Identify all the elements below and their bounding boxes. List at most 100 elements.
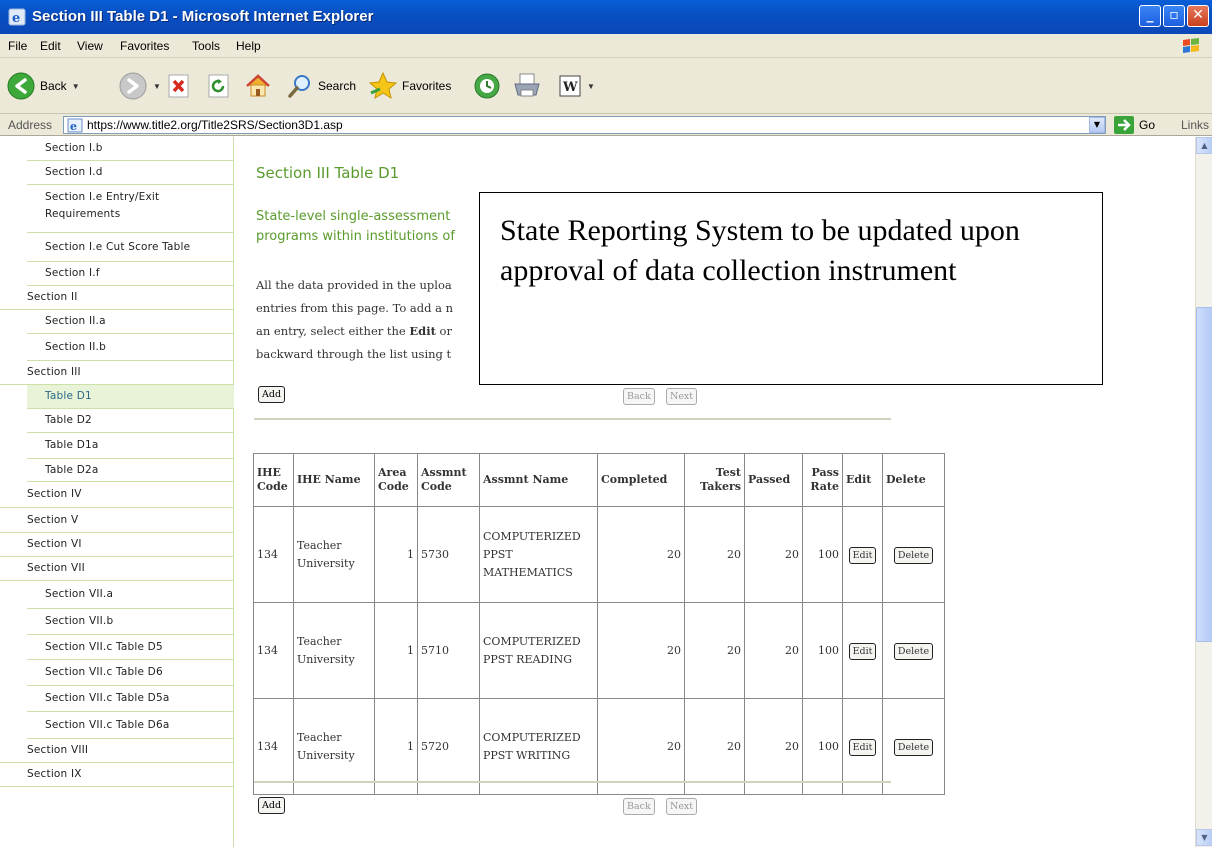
delete-button[interactable]: Delete xyxy=(893,546,934,564)
sidebar-item-section-ii-b[interactable]: Section II.b xyxy=(27,334,234,361)
delete-button[interactable]: Delete xyxy=(893,738,934,756)
sidebar-item-section-vii[interactable]: Section VII xyxy=(0,557,234,581)
col-assmnt-name: Assmnt Name xyxy=(479,453,598,507)
edit-button[interactable]: Edit xyxy=(848,546,877,564)
word-edit-button[interactable]: W ▼ xyxy=(558,71,595,101)
sidebar-item-vii-c-table-d6a[interactable]: Section VII.c Table D6a xyxy=(27,712,234,739)
sidebar-item-table-d1a[interactable]: Table D1a xyxy=(27,433,234,459)
sidebar-item-table-d2[interactable]: Table D2 xyxy=(27,409,234,433)
address-dropdown-icon[interactable]: ▼ xyxy=(1089,117,1105,133)
sidebar-item-section-i-e-entry-exit[interactable]: Section I.e Entry/Exit Requirements xyxy=(27,185,234,233)
cell-pass-rate: 100 xyxy=(802,602,843,699)
cell-assmnt-code: 5730 xyxy=(417,506,480,603)
cell-test-takers: 20 xyxy=(684,506,745,603)
history-icon xyxy=(474,73,500,99)
add-button-top[interactable]: Add xyxy=(258,386,286,403)
sidebar-item-section-ix[interactable]: Section IX xyxy=(0,763,234,787)
links-button[interactable]: Links xyxy=(1181,118,1209,132)
sidebar-item-section-vii-b[interactable]: Section VII.b xyxy=(27,609,234,635)
chevron-down-icon[interactable]: ▼ xyxy=(153,82,161,91)
col-passed: Passed xyxy=(744,453,803,507)
table-row: 134 Teacher University 1 5710 COMPUTERIZED P… xyxy=(253,602,945,699)
back-button-top[interactable]: Back xyxy=(623,388,655,405)
add-button-bottom[interactable]: Add xyxy=(258,797,286,814)
menu-tools[interactable]: Tools xyxy=(192,39,220,53)
sidebar-item-section-vii-a[interactable]: Section VII.a xyxy=(27,581,234,609)
sidebar-item-section-i-f[interactable]: Section I.f xyxy=(27,262,234,286)
back-button[interactable]: Back ▼ xyxy=(6,71,80,101)
print-button[interactable] xyxy=(512,71,542,101)
window-titlebar[interactable]: e Section III Table D1 - Microsoft Inter… xyxy=(0,0,1212,34)
svg-text:e: e xyxy=(70,120,77,133)
sidebar-item-section-i-b[interactable]: Section I.b xyxy=(27,137,234,161)
sidebar-item-section-v[interactable]: Section V xyxy=(0,508,234,533)
chevron-down-icon[interactable]: ▼ xyxy=(587,82,595,91)
divider-bottom xyxy=(254,781,891,783)
next-button-top[interactable]: Next xyxy=(666,388,698,405)
cell-edit: Edit xyxy=(842,506,883,603)
sidebar-item-section-ii[interactable]: Section II xyxy=(0,286,234,310)
page-title: Section III Table D1 xyxy=(256,164,400,182)
sidebar-item-section-i-d[interactable]: Section I.d xyxy=(27,161,234,185)
sidebar-item-section-iv[interactable]: Section IV xyxy=(0,482,234,508)
menu-file[interactable]: File xyxy=(8,39,27,53)
cell-delete: Delete xyxy=(882,602,945,699)
go-button[interactable]: Go xyxy=(1114,116,1155,134)
chevron-down-icon[interactable]: ▼ xyxy=(72,82,80,91)
scrollbar-thumb[interactable] xyxy=(1196,307,1212,642)
minimize-button[interactable]: _ xyxy=(1139,5,1161,27)
cell-delete: Delete xyxy=(882,698,945,795)
address-bar: Address e https://www.title2.org/Title2S… xyxy=(0,114,1212,136)
home-icon xyxy=(246,74,270,97)
table-header-row: IHE Code IHE Name Area Code Assmnt Code … xyxy=(253,453,945,507)
sidebar-item-section-i-e-cut-score[interactable]: Section I.e Cut Score Table xyxy=(27,233,234,262)
menu-edit[interactable]: Edit xyxy=(40,39,61,53)
back-button-bottom[interactable]: Back xyxy=(623,798,655,815)
sidebar-nav: Section I.b Section I.d Section I.e Entr… xyxy=(0,137,234,847)
search-button[interactable]: Search xyxy=(286,71,356,101)
sidebar-item-section-iii[interactable]: Section III xyxy=(0,361,234,385)
edit-button[interactable]: Edit xyxy=(848,738,877,756)
cell-area-code: 1 xyxy=(374,506,418,603)
refresh-icon xyxy=(208,74,229,98)
sidebar-item-table-d1[interactable]: Table D1 xyxy=(27,385,234,409)
edit-button[interactable]: Edit xyxy=(848,642,877,660)
cell-ihe-name: Teacher University xyxy=(293,506,375,603)
sidebar-item-section-ii-a[interactable]: Section II.a xyxy=(27,310,234,334)
search-icon xyxy=(288,75,310,98)
window-title: Section III Table D1 - Microsoft Interne… xyxy=(32,8,374,25)
sidebar-item-vii-c-table-d5a[interactable]: Section VII.c Table D5a xyxy=(27,686,234,712)
maximize-button[interactable]: ▫ xyxy=(1163,5,1185,27)
cell-delete: Delete xyxy=(882,506,945,603)
favorites-button[interactable]: Favorites xyxy=(368,71,451,101)
scroll-down-icon[interactable]: ▼ xyxy=(1196,829,1212,846)
page-subtitle: State-level single-assessment programs w… xyxy=(256,209,455,244)
delete-button[interactable]: Delete xyxy=(893,642,934,660)
home-button[interactable] xyxy=(244,71,272,101)
cell-edit: Edit xyxy=(842,602,883,699)
vertical-scrollbar[interactable]: ▲ ▼ xyxy=(1195,137,1212,847)
sidebar-item-vii-c-table-d6[interactable]: Section VII.c Table D6 xyxy=(27,660,234,686)
sidebar-item-table-d2a[interactable]: Table D2a xyxy=(27,459,234,482)
menu-help[interactable]: Help xyxy=(236,39,261,53)
menu-view[interactable]: View xyxy=(77,39,103,53)
history-button[interactable] xyxy=(472,71,502,101)
go-arrow-icon xyxy=(1114,116,1134,134)
forward-button[interactable]: ▼ xyxy=(118,71,161,101)
address-url: https://www.title2.org/Title2SRS/Section… xyxy=(87,118,343,132)
sidebar-item-section-viii[interactable]: Section VIII xyxy=(0,739,234,763)
col-assmnt-code: Assmnt Code xyxy=(417,453,480,507)
address-input[interactable]: e https://www.title2.org/Title2SRS/Secti… xyxy=(63,116,1106,134)
refresh-button[interactable] xyxy=(206,71,232,101)
sidebar-item-vii-c-table-d5[interactable]: Section VII.c Table D5 xyxy=(27,635,234,660)
menu-favorites[interactable]: Favorites xyxy=(120,39,169,53)
sidebar-item-section-vi[interactable]: Section VI xyxy=(0,533,234,557)
windows-logo-icon xyxy=(1183,38,1199,53)
toolbar: Back ▼ ▼ Search Favorites W ▼ xyxy=(0,58,1212,114)
stop-button[interactable] xyxy=(166,71,192,101)
stop-icon xyxy=(168,74,189,98)
scroll-up-icon[interactable]: ▲ xyxy=(1196,137,1212,154)
close-button[interactable]: ✕ xyxy=(1187,5,1209,27)
assessment-table: IHE Code IHE Name Area Code Assmnt Code … xyxy=(253,453,945,795)
next-button-bottom[interactable]: Next xyxy=(666,798,698,815)
